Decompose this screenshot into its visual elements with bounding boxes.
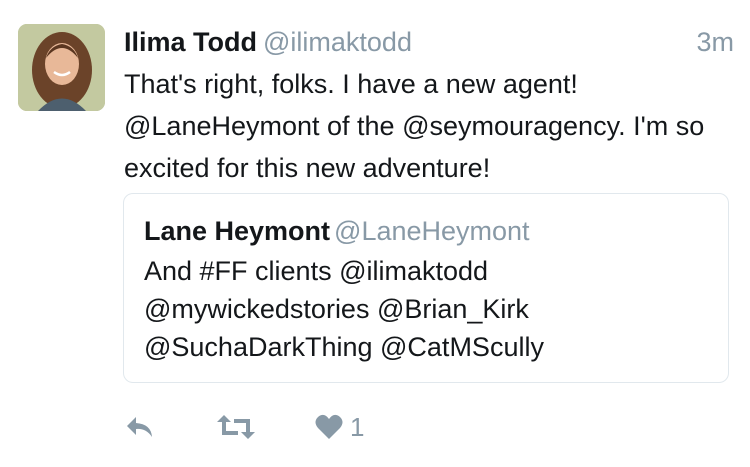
author-handle[interactable]: @ilimaktodd: [263, 27, 412, 57]
tweet[interactable]: Ilima Todd @ilimaktodd 3m That's right, f…: [0, 0, 750, 467]
quoted-tweet-text: And #FF clients @ilimaktodd @mywickedsto…: [144, 256, 544, 362]
quoted-author-handle: @LaneHeymont: [334, 216, 530, 246]
avatar-photo-icon: [18, 24, 105, 111]
retweet-icon: [217, 415, 255, 439]
heart-icon: [315, 414, 343, 439]
author-avatar[interactable]: [18, 24, 105, 111]
reply-icon: [127, 417, 152, 437]
tweet-header: Ilima Todd @ilimaktodd 3m: [124, 22, 734, 62]
like-count: 1: [350, 412, 365, 442]
tweet-actions: 1: [124, 405, 524, 449]
tweet-timestamp[interactable]: 3m: [696, 22, 734, 62]
quoted-tweet-card[interactable]: Lane Heymont @LaneHeymont And #FF clients…: [123, 193, 729, 383]
quoted-tweet-header: Lane Heymont @LaneHeymont: [144, 211, 530, 251]
quoted-author-name: Lane Heymont: [144, 216, 331, 246]
tweet-text: That's right, folks. I have a new agent!…: [124, 69, 705, 183]
author-name[interactable]: Ilima Todd: [124, 27, 257, 57]
reply-button[interactable]: [124, 405, 156, 449]
like-button[interactable]: 1: [314, 405, 364, 449]
retweet-button[interactable]: [216, 405, 256, 449]
